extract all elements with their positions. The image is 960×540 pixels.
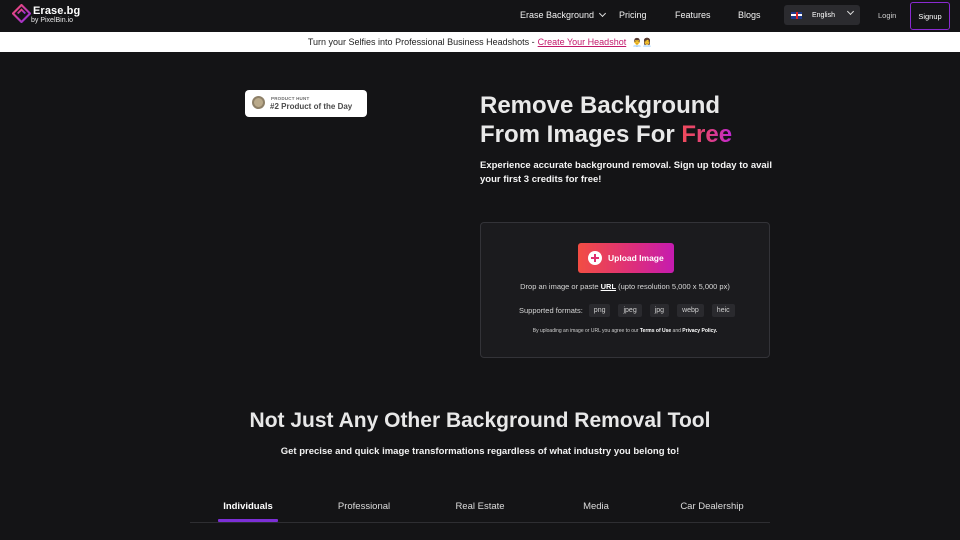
formats-label: Supported formats: [519,306,583,315]
industry-tabs: Individuals Professional Real Estate Med… [190,500,770,523]
create-headshot-link[interactable]: Create Your Headshot [538,37,627,47]
nav-link-pricing[interactable]: Pricing [619,10,647,20]
supported-formats: Supported formats: png jpeg jpg webp hei… [519,304,743,317]
tab-media[interactable]: Media [538,501,654,512]
plus-icon [588,251,602,265]
drop-suffix: (upto resolution 5,000 x 5,000 px) [616,282,730,291]
tab-real-estate[interactable]: Real Estate [422,501,538,512]
drop-prefix: Drop an image or paste [520,282,601,291]
chevron-down-icon [846,7,855,16]
hero-title-line2: From Images For [480,121,682,148]
brand-byline: by PixelBin.io [31,17,74,24]
nav-link-blogs[interactable]: Blogs [738,10,761,20]
product-hunt-badge[interactable]: PRODUCT HUNT #2 Product of the Day [245,90,367,117]
brand-name: Erase.bg [33,5,81,17]
language-label: English [812,11,835,19]
brand-logo[interactable]: Erase.bg by PixelBin.io [12,3,92,27]
format-badge: jpg [649,304,670,317]
upload-image-button[interactable]: Upload Image [578,243,674,273]
nav-dropdown-label: Erase Background [520,10,595,20]
top-navbar: Erase.bg by PixelBin.io Erase Background… [0,0,960,32]
tab-individuals[interactable]: Individuals [190,501,306,512]
banner-text: Turn your Selfies into Professional Busi… [307,37,535,47]
drop-instructions: Drop an image or paste URL (upto resolut… [481,282,769,291]
login-link[interactable]: Login [878,11,896,20]
language-selector[interactable]: English [784,5,860,25]
hero-title-line1: Remove Background [480,92,721,119]
terms-of-use-link[interactable]: Terms of Use [640,328,671,334]
product-hunt-label: PRODUCT HUNT [271,96,310,101]
nav-erase-background-dropdown[interactable]: Erase Background [520,9,607,20]
hero-title: Remove Background From Images For Free [480,91,820,149]
nav-link-features[interactable]: Features [675,10,711,20]
terms-prefix: By uploading an image or URL you agree t… [532,328,640,334]
promo-banner: Turn your Selfies into Professional Busi… [0,32,960,52]
upload-dropzone[interactable]: Upload Image Drop an image or paste URL … [480,222,770,358]
product-hunt-rank: #2 Product of the Day [270,102,353,111]
privacy-policy-link[interactable]: Privacy Policy. [682,328,717,334]
format-badge: heic [711,304,735,317]
section-subtitle: Get precise and quick image transformati… [280,446,680,457]
paste-url-link[interactable]: URL [601,282,616,291]
format-badge: jpeg [618,304,642,317]
erase-bg-logo-icon [12,4,31,23]
chevron-down-icon [599,9,607,18]
tab-car-dealership[interactable]: Car Dealership [654,501,770,512]
upload-button-label: Upload Image [608,253,664,263]
medal-icon [252,96,265,109]
tab-professional[interactable]: Professional [306,501,422,512]
active-tab-indicator [218,519,278,522]
uk-flag-icon [791,11,802,19]
section-title: Not Just Any Other Background Removal To… [249,409,711,432]
format-badge: png [588,304,611,317]
headshot-emoji-icon: 👨‍💼👩‍💼 [632,37,653,47]
signup-button[interactable]: Signup [910,2,950,30]
format-badge: webp [677,304,704,317]
hero-subtitle: Experience accurate background removal. … [480,160,772,185]
hero-title-highlight: Free [681,121,733,148]
terms-and: and [671,328,683,334]
terms-notice: By uploading an image or URL you agree t… [481,328,769,334]
